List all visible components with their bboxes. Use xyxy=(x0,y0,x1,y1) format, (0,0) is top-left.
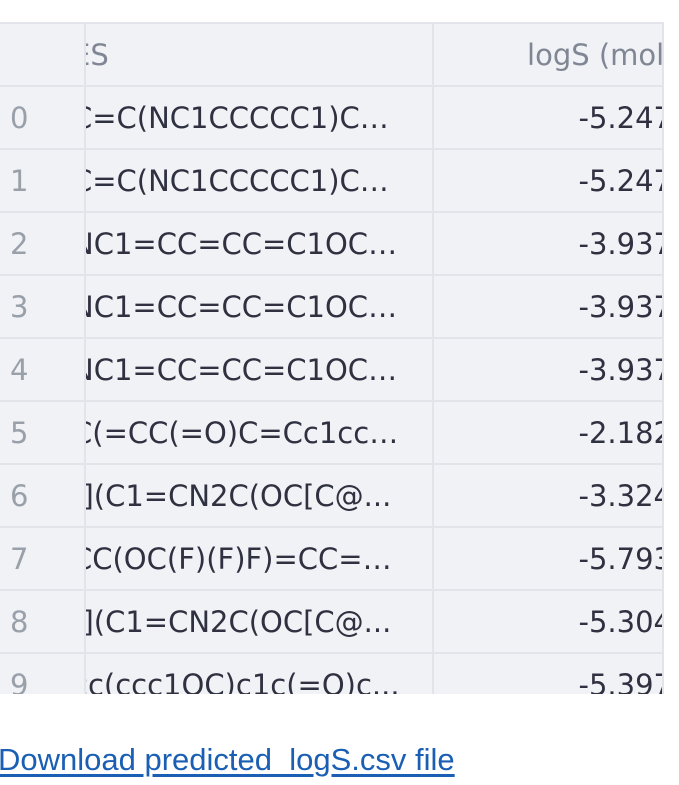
smiles-cell[interactable]: NC1=CC=CC=C1OC(F... xyxy=(86,276,434,337)
smiles-cell[interactable]: cc(ccc1OC)c1c(=O)c... xyxy=(86,654,434,694)
logs-cell[interactable]: -5.397 xyxy=(434,654,663,695)
smiles-cell[interactable]: NC1=CC=CC=C1OC(F... xyxy=(86,339,434,400)
smiles-cell[interactable]: C(=CC(=O)C=Cc1ccc... xyxy=(86,402,434,463)
table-row: 8 -](C1=CN2C(OC[C@... -5.304 xyxy=(0,591,663,654)
row-index-cell[interactable]: 8 xyxy=(0,591,86,652)
smiles-cell[interactable]: C=C(NC1CCCCC1)C=... xyxy=(86,150,434,211)
row-index-cell[interactable]: 5 xyxy=(0,402,86,463)
table-row: 5 C(=CC(=O)C=Cc1ccc... -2.182 xyxy=(0,402,663,465)
row-index-cell[interactable]: 0 xyxy=(0,87,86,148)
row-index-cell[interactable]: 6 xyxy=(0,465,86,526)
smiles-cell[interactable]: -](C1=CN2C(OC[C@... xyxy=(86,465,434,526)
row-index-cell[interactable]: 3 xyxy=(0,276,86,337)
dataframe-table[interactable]: ES logS (mol/ 0 C=C(NC1CCCCC1)C=... -5.2… xyxy=(0,22,664,694)
index-column-header[interactable] xyxy=(0,24,86,85)
logs-cell[interactable]: -5.304 xyxy=(434,591,663,652)
smiles-cell[interactable]: NC1=CC=CC=C1OC(F... xyxy=(86,213,434,274)
logs-cell[interactable]: -5.793 xyxy=(434,528,663,589)
logs-cell[interactable]: -5.247 xyxy=(434,150,663,211)
logs-cell[interactable]: -3.937 xyxy=(434,213,663,274)
logs-column-header[interactable]: logS (mol/ xyxy=(434,24,664,85)
table-row: 2 NC1=CC=CC=C1OC(F... -3.937 xyxy=(0,213,663,276)
row-index-cell[interactable]: 1 xyxy=(0,150,86,211)
smiles-cell[interactable]: CC(OC(F)(F)F)=CC=C... xyxy=(86,528,434,589)
table-row: 0 C=C(NC1CCCCC1)C=... -5.247 xyxy=(0,87,663,150)
logs-cell[interactable]: -2.182 xyxy=(434,402,663,463)
table-row: 7 CC(OC(F)(F)F)=CC=C... -5.793 xyxy=(0,528,663,591)
table-row: 3 NC1=CC=CC=C1OC(F... -3.937 xyxy=(0,276,663,339)
row-index-cell[interactable]: 9 xyxy=(0,654,86,694)
smiles-cell[interactable]: C=C(NC1CCCCC1)C=... xyxy=(86,87,434,148)
download-csv-link[interactable]: Download predicted_logS.csv file xyxy=(0,742,455,778)
row-index-cell[interactable]: 2 xyxy=(0,213,86,274)
table-row: 1 C=C(NC1CCCCC1)C=... -5.247 xyxy=(0,150,663,213)
logs-cell[interactable]: -3.324 xyxy=(434,465,663,526)
table-row: 4 NC1=CC=CC=C1OC(F... -3.937 xyxy=(0,339,663,402)
row-index-cell[interactable]: 4 xyxy=(0,339,86,400)
logs-cell[interactable]: -5.247 xyxy=(434,87,663,148)
smiles-column-header[interactable]: ES xyxy=(86,24,434,85)
smiles-cell[interactable]: -](C1=CN2C(OC[C@... xyxy=(86,591,434,652)
logs-cell[interactable]: -3.937 xyxy=(434,339,663,400)
table-row: 6 -](C1=CN2C(OC[C@... -3.324 xyxy=(0,465,663,528)
smiles-column-header-label: ES xyxy=(86,37,109,72)
row-index-cell[interactable]: 7 xyxy=(0,528,86,589)
table-header-row: ES logS (mol/ xyxy=(0,22,664,87)
logs-column-header-label: logS (mol/ xyxy=(527,37,664,72)
dataframe-scroll-content: ES logS (mol/ 0 C=C(NC1CCCCC1)C=... -5.2… xyxy=(0,22,664,695)
logs-cell[interactable]: -3.937 xyxy=(434,276,663,337)
table-row: 9 cc(ccc1OC)c1c(=O)c... -5.397 xyxy=(0,654,663,695)
